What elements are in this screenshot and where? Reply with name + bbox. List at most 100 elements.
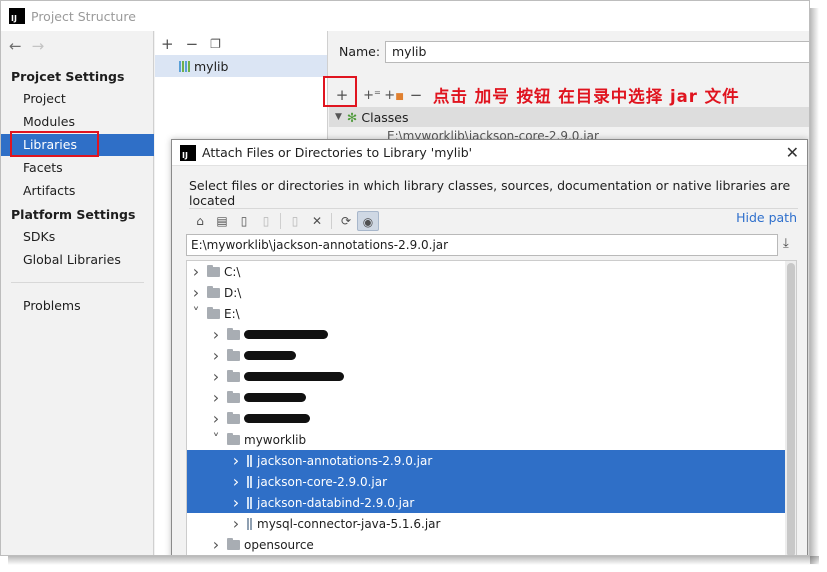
add-classes-icon[interactable]: +■ <box>383 88 405 103</box>
jar-file-icon <box>247 475 252 488</box>
copy-icon[interactable]: ❐ <box>210 35 221 53</box>
folder-icon <box>227 390 240 403</box>
tree-row-label: D:\ <box>224 285 242 300</box>
library-item-mylib[interactable]: mylib <box>155 55 327 77</box>
tree-row-folder[interactable]: › <box>187 345 785 366</box>
tree-row-label: C:\ <box>224 264 241 279</box>
tree-row-label: E:\ <box>224 306 240 321</box>
scrollbar-thumb[interactable] <box>787 263 795 555</box>
redacted-label <box>244 330 328 339</box>
folder-icon <box>227 369 240 382</box>
attach-files-dialog: IJ Attach Files or Directories to Librar… <box>171 139 808 555</box>
path-input[interactable]: E:\myworklib\jackson-annotations-2.9.0.j… <box>186 234 778 256</box>
new-folder-icon[interactable]: ▯ <box>284 211 306 231</box>
tree-row-folder[interactable]: ˅ E:\ <box>187 303 785 324</box>
project-settings-heading: Projcet Settings <box>11 69 125 84</box>
refresh-icon[interactable]: ⟳ <box>335 211 357 231</box>
tree-row-folder[interactable]: › <box>187 366 785 387</box>
minus-icon[interactable]: − <box>186 35 199 53</box>
project-structure-window: IJ Project Structure ← → Projcet Setting… <box>0 0 810 556</box>
jar-file-icon <box>247 496 252 509</box>
home-icon[interactable]: ⌂ <box>189 211 211 231</box>
minus-icon[interactable]: − <box>405 86 427 104</box>
folder-icon <box>227 537 240 550</box>
dialog-title: Attach Files or Directories to Library '… <box>202 145 473 160</box>
triangle-down-icon: ▼ <box>335 112 342 122</box>
chevron-right-icon[interactable]: › <box>209 346 223 365</box>
folder-icon <box>227 327 240 340</box>
chevron-right-icon[interactable]: › <box>229 493 243 512</box>
chevron-down-icon[interactable]: ˅ <box>189 306 203 322</box>
show-hidden-icon[interactable]: ◉ <box>357 210 379 231</box>
chevron-right-icon[interactable]: › <box>209 388 223 407</box>
chevron-right-icon[interactable]: › <box>229 472 243 491</box>
folder-icon <box>207 264 220 277</box>
chevron-right-icon[interactable]: › <box>189 262 203 281</box>
tree-row-label: myworklib <box>244 432 307 447</box>
tree-row-label: jackson-core-2.9.0.jar <box>257 474 388 489</box>
settings-sidebar: ← → Projcet Settings Project Modules Lib… <box>1 31 154 555</box>
delete-icon[interactable]: ✕ <box>306 211 328 231</box>
tree-row-folder[interactable]: ˅ myworklib <box>187 429 785 450</box>
library-detail-toolbar: + +⁼ +■ − 点击 加号 按钮 在目录中选择 jar 文件 <box>329 81 809 109</box>
intellij-logo-icon: IJ <box>9 8 25 24</box>
tree-row-label: jackson-annotations-2.9.0.jar <box>257 453 433 468</box>
redacted-label <box>244 414 310 423</box>
tree-row-folder[interactable]: › D:\ <box>187 282 785 303</box>
tree-row-folder[interactable]: › <box>187 387 785 408</box>
chevron-right-icon[interactable]: › <box>209 535 223 554</box>
chevron-right-icon[interactable]: › <box>209 409 223 428</box>
window-shadow-bottom <box>8 556 819 565</box>
classes-node[interactable]: ▼ ✻ Classes <box>329 107 809 127</box>
name-label: Name: <box>339 44 381 59</box>
sidebar-item-artifacts[interactable]: Artifacts <box>1 180 154 202</box>
chevron-right-icon[interactable]: › <box>229 514 243 533</box>
library-name-input[interactable]: mylib <box>385 41 809 63</box>
tree-row-label: mysql-connector-java-5.1.6.jar <box>257 516 441 531</box>
redacted-label <box>244 351 296 360</box>
tree-row-jar[interactable]: › jackson-databind-2.9.0.jar <box>187 492 785 513</box>
sidebar-item-sdks[interactable]: SDKs <box>1 226 154 248</box>
folder-icon <box>207 306 220 319</box>
plus-icon[interactable]: + <box>161 35 174 53</box>
chevron-right-icon[interactable]: › <box>209 367 223 386</box>
download-icon[interactable]: ⤓ <box>783 236 789 251</box>
libraries-highlight-box <box>10 131 99 157</box>
tree-row-jar[interactable]: › jackson-core-2.9.0.jar <box>187 471 785 492</box>
project-folder-icon[interactable]: ▯ <box>233 211 255 231</box>
dialog-description: Select files or directories in which lib… <box>189 178 791 208</box>
chevron-right-icon[interactable]: › <box>229 451 243 470</box>
sidebar-item-modules[interactable]: Modules <box>1 111 154 133</box>
sidebar-item-global-libraries[interactable]: Global Libraries <box>1 249 154 271</box>
folder-icon <box>207 285 220 298</box>
chevron-down-icon[interactable]: ˅ <box>209 432 223 448</box>
tree-row-jar[interactable]: › jackson-annotations-2.9.0.jar <box>187 450 785 471</box>
arrow-right-icon[interactable]: → <box>32 37 45 55</box>
chevron-right-icon[interactable]: › <box>209 325 223 344</box>
sidebar-item-problems[interactable]: Problems <box>1 295 154 317</box>
tree-row-label: jackson-databind-2.9.0.jar <box>257 495 415 510</box>
tree-row-folder[interactable]: › C:\ <box>187 261 785 282</box>
add-with-sources-icon[interactable]: +⁼ <box>361 88 383 103</box>
tree-row-folder[interactable]: › <box>187 408 785 429</box>
window-title-bar: IJ Project Structure <box>1 1 809 31</box>
module-folder-icon[interactable]: ▯ <box>255 211 277 231</box>
folder-icon <box>227 411 240 424</box>
desktop-icon[interactable]: ▤ <box>211 211 233 231</box>
sidebar-item-facets[interactable]: Facets <box>1 157 154 179</box>
tree-row-jar[interactable]: › mysql-connector-java-5.1.6.jar <box>187 513 785 534</box>
tree-row-folder[interactable]: › opensource <box>187 534 785 555</box>
nav-arrows: ← → <box>9 37 44 55</box>
arrow-left-icon[interactable]: ← <box>9 37 22 55</box>
hammer-icon: ✻ <box>346 109 358 125</box>
window-shadow-right <box>810 8 819 564</box>
sidebar-divider <box>11 282 144 283</box>
tree-scrollbar[interactable] <box>785 261 796 555</box>
tree-row-folder[interactable]: › <box>187 324 785 345</box>
folder-icon <box>227 432 240 445</box>
hide-path-link[interactable]: Hide path <box>736 210 797 225</box>
classes-label: Classes <box>361 109 409 125</box>
close-icon[interactable]: ✕ <box>786 143 799 162</box>
sidebar-item-project[interactable]: Project <box>1 88 154 110</box>
chevron-right-icon[interactable]: › <box>189 283 203 302</box>
